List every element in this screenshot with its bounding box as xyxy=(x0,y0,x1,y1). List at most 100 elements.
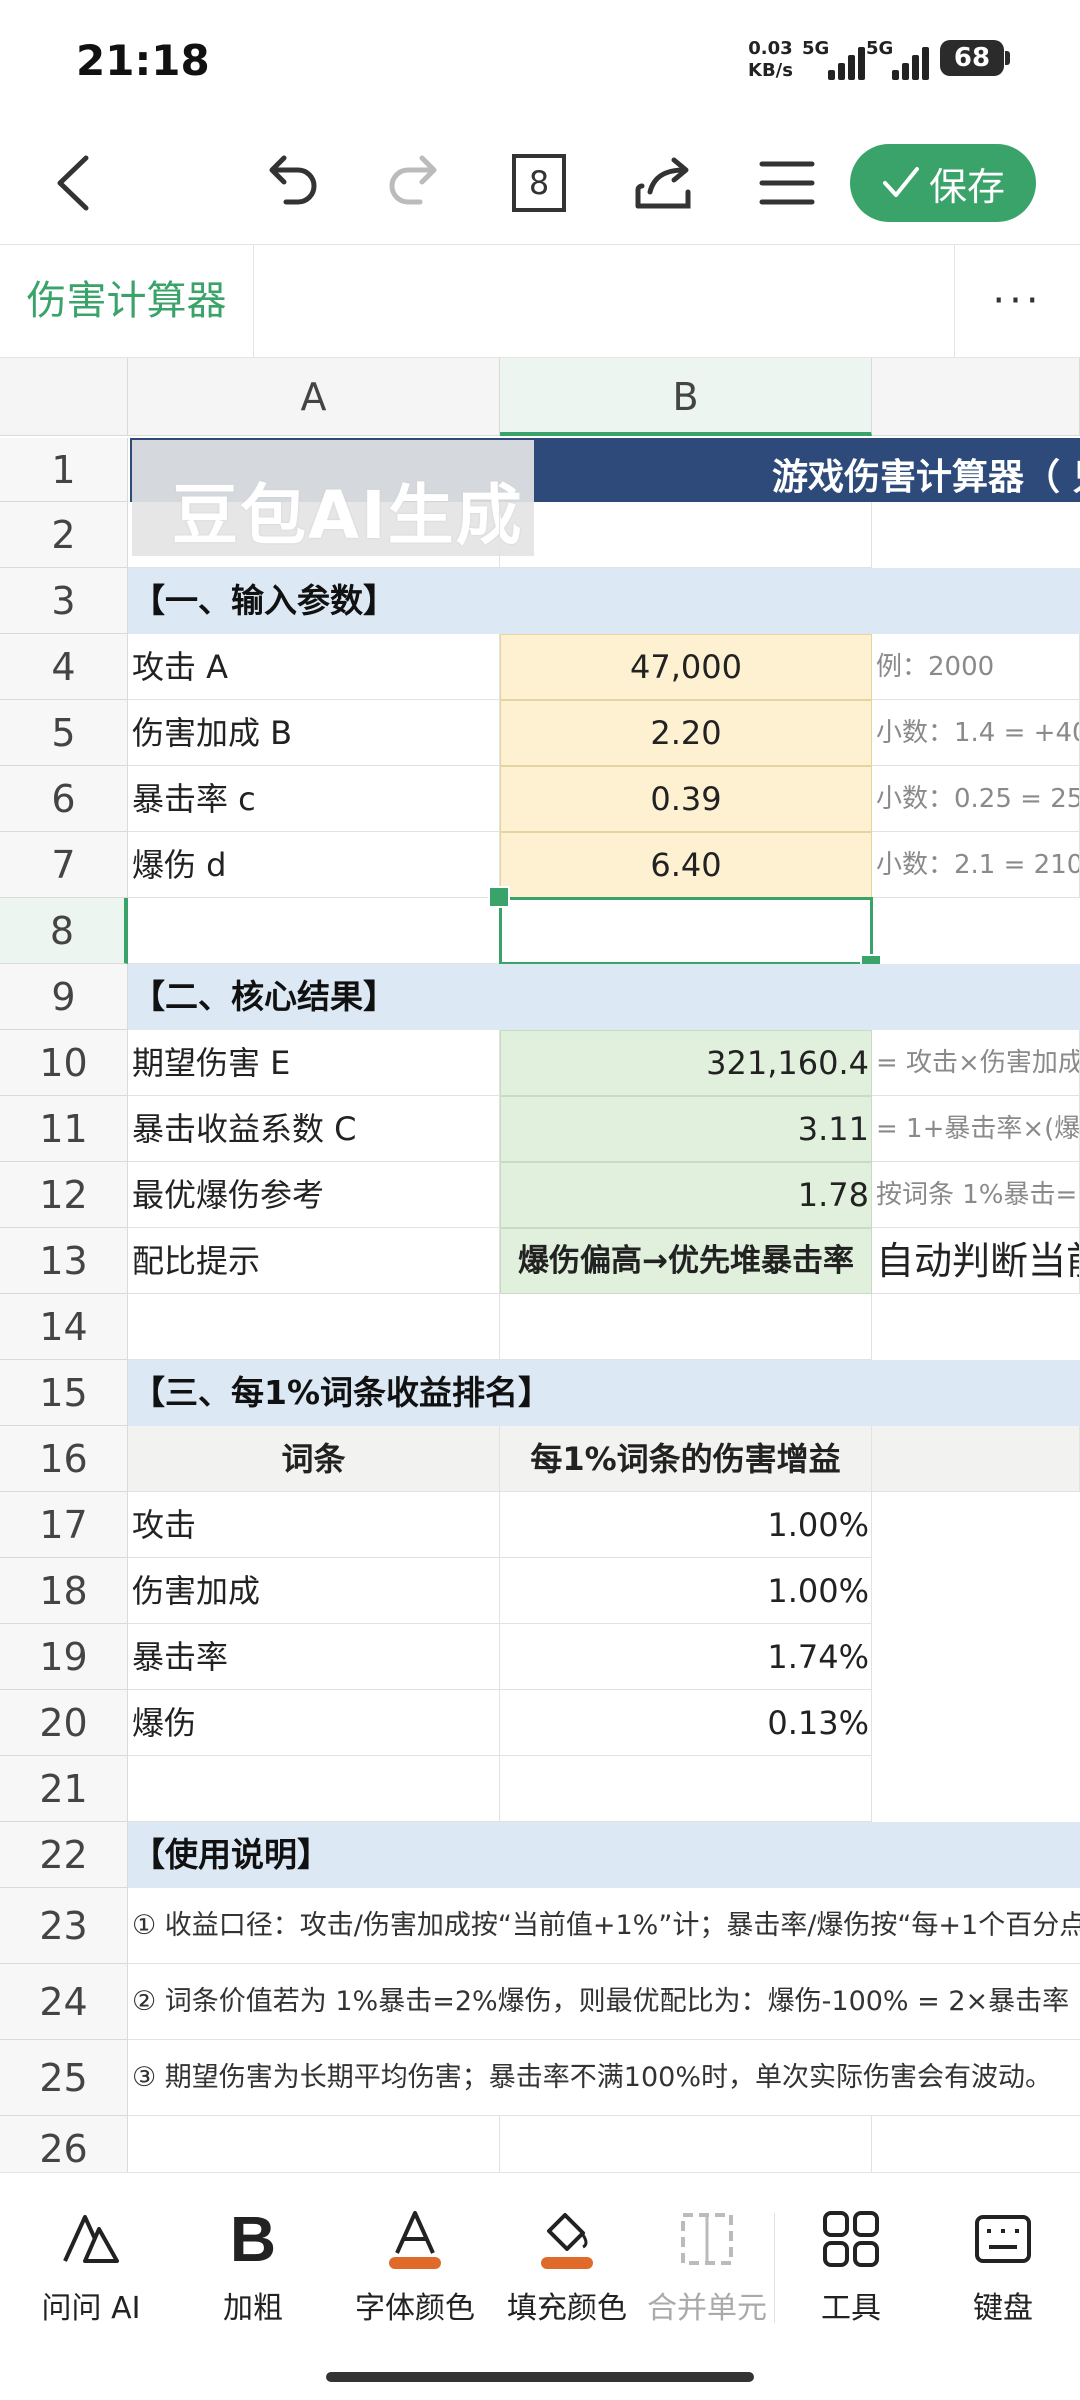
row-header-1[interactable]: 1 xyxy=(0,438,128,502)
sheet-tab-damage-calculator[interactable]: 伤害计算器 xyxy=(0,245,254,357)
note-optimal-crit-damage[interactable]: 按词条 1%暴击=2% xyxy=(872,1162,1080,1228)
result-ratio-hint[interactable]: 爆伤偏高→优先堆暴击率 xyxy=(500,1228,872,1294)
row-header-24[interactable]: 24 xyxy=(0,1964,128,2040)
label-crit-coefficient[interactable]: 暴击收益系数 C xyxy=(128,1096,500,1162)
row-header-10[interactable]: 10 xyxy=(0,1030,128,1096)
merge-cells-button[interactable]: 合并单元 xyxy=(640,2203,774,2327)
column-header-c[interactable] xyxy=(872,358,1080,436)
label-crit-rate[interactable]: 暴击率 c xyxy=(128,766,500,832)
more-options-icon[interactable]: ··· xyxy=(954,245,1080,357)
ranking-value-attack[interactable]: 1.00% xyxy=(500,1492,872,1558)
row-header-6[interactable]: 6 xyxy=(0,766,128,832)
cell-a14[interactable] xyxy=(128,1294,500,1360)
note-damage-bonus[interactable]: 小数：1.4 = +40% xyxy=(872,700,1080,766)
row-header-22[interactable]: 22 xyxy=(0,1822,128,1888)
label-damage-bonus[interactable]: 伤害加成 B xyxy=(128,700,500,766)
back-icon[interactable] xyxy=(40,148,110,218)
row-header-13[interactable]: 13 xyxy=(0,1228,128,1294)
ranking-value-crit-damage[interactable]: 0.13% xyxy=(500,1690,872,1756)
note-crit-coefficient[interactable]: = 1+暴击率×(爆伤- xyxy=(872,1096,1080,1162)
spreadsheet-grid[interactable]: A B 1 2 3 4 5 6 7 8 9 10 11 12 13 14 15 16 17 18 19 20 21 22 2… xyxy=(0,358,1080,2172)
row-header-26[interactable]: 26 xyxy=(0,2116,128,2172)
ranking-header-extra[interactable] xyxy=(872,1426,1080,1492)
column-header-a[interactable]: A xyxy=(128,358,500,436)
keyboard-button[interactable]: 键盘 xyxy=(928,2203,1078,2327)
note-attack[interactable]: 例：2000 xyxy=(872,634,1080,700)
label-crit-damage[interactable]: 爆伤 d xyxy=(128,832,500,898)
result-expected-damage[interactable]: 321,160.4 xyxy=(500,1030,872,1096)
column-header-b[interactable]: B xyxy=(500,358,872,436)
undo-icon[interactable] xyxy=(256,148,326,218)
row-header-8[interactable]: 8 xyxy=(0,898,128,964)
ranking-value-crit-rate[interactable]: 1.74% xyxy=(500,1624,872,1690)
input-attack[interactable]: 47,000 xyxy=(500,634,872,700)
font-color-button[interactable]: 字体颜色 xyxy=(340,2203,490,2327)
section-input-params[interactable]: 【一、输入参数】 xyxy=(128,568,1080,634)
ask-ai-button[interactable]: 问问 AI xyxy=(16,2203,166,2327)
ranking-header-stat[interactable]: 词条 xyxy=(128,1426,500,1492)
cell-b14[interactable] xyxy=(500,1294,872,1360)
ranking-name-crit-rate[interactable]: 暴击率 xyxy=(128,1624,500,1690)
bold-button[interactable]: B 加粗 xyxy=(178,2203,328,2327)
usage-note-3[interactable]: ③ 期望伤害为长期平均伤害；暴击率不满100%时，单次实际伤害会有波动。 xyxy=(128,2040,1080,2116)
row-header-3[interactable]: 3 xyxy=(0,568,128,634)
result-optimal-crit-damage[interactable]: 1.78 xyxy=(500,1162,872,1228)
page-count-icon[interactable]: 8 xyxy=(504,148,574,218)
cell-a26[interactable] xyxy=(128,2116,500,2172)
row-header-12[interactable]: 12 xyxy=(0,1162,128,1228)
tools-button[interactable]: 工具 xyxy=(776,2203,926,2327)
selection-handle-top-left[interactable] xyxy=(488,886,510,908)
ranking-value-damage-bonus[interactable]: 1.00% xyxy=(500,1558,872,1624)
label-attack[interactable]: 攻击 A xyxy=(128,634,500,700)
row-header-9[interactable]: 9 xyxy=(0,964,128,1030)
input-crit-damage[interactable]: 6.40 xyxy=(500,832,872,898)
cell-a21[interactable] xyxy=(128,1756,500,1822)
fill-color-button[interactable]: 填充颜色 xyxy=(492,2203,642,2327)
ranking-name-damage-bonus[interactable]: 伤害加成 xyxy=(128,1558,500,1624)
cell-a8[interactable] xyxy=(128,898,500,964)
input-damage-bonus[interactable]: 2.20 xyxy=(500,700,872,766)
section-core-results[interactable]: 【二、核心结果】 xyxy=(128,964,1080,1030)
label-optimal-crit-damage[interactable]: 最优爆伤参考 xyxy=(128,1162,500,1228)
row-header-16[interactable]: 16 xyxy=(0,1426,128,1492)
cell-a2[interactable] xyxy=(128,502,500,568)
row-header-14[interactable]: 14 xyxy=(0,1294,128,1360)
usage-note-1[interactable]: ① 收益口径：攻击/伤害加成按“当前值+1%”计；暴击率/爆伤按“每+1个百分点… xyxy=(128,1888,1080,1964)
row-header-18[interactable]: 18 xyxy=(0,1558,128,1624)
selected-cell-b8[interactable] xyxy=(499,897,873,965)
row-header-11[interactable]: 11 xyxy=(0,1096,128,1162)
select-all-corner[interactable] xyxy=(0,358,128,436)
row-header-25[interactable]: 25 xyxy=(0,2040,128,2116)
menu-icon[interactable] xyxy=(752,148,822,218)
ranking-name-crit-damage[interactable]: 爆伤 xyxy=(128,1690,500,1756)
row-header-20[interactable]: 20 xyxy=(0,1690,128,1756)
note-crit-damage[interactable]: 小数：2.1 = 210% xyxy=(872,832,1080,898)
label-expected-damage[interactable]: 期望伤害 E xyxy=(128,1030,500,1096)
row-header-2[interactable]: 2 xyxy=(0,502,128,568)
cell-b21[interactable] xyxy=(500,1756,872,1822)
label-ratio-hint[interactable]: 配比提示 xyxy=(128,1228,500,1294)
input-crit-rate[interactable]: 0.39 xyxy=(500,766,872,832)
result-crit-coefficient[interactable]: 3.11 xyxy=(500,1096,872,1162)
note-ratio-hint[interactable]: 自动判断当前 xyxy=(872,1228,1080,1294)
section-usage-notes[interactable]: 【使用说明】 xyxy=(128,1822,1080,1888)
note-expected-damage[interactable]: = 攻击×伤害加成× xyxy=(872,1030,1080,1096)
row-header-19[interactable]: 19 xyxy=(0,1624,128,1690)
row-header-23[interactable]: 23 xyxy=(0,1888,128,1964)
ranking-name-attack[interactable]: 攻击 xyxy=(128,1492,500,1558)
share-icon[interactable] xyxy=(628,148,698,218)
save-button[interactable]: 保存 xyxy=(850,144,1036,222)
usage-note-2[interactable]: ② 词条价值若为 1%暴击=2%爆伤，则最优配比为：爆伤-100% = 2×暴击… xyxy=(128,1964,1080,2040)
row-header-5[interactable]: 5 xyxy=(0,700,128,766)
row-header-17[interactable]: 17 xyxy=(0,1492,128,1558)
section-stat-ranking[interactable]: 【三、每1%词条收益排名】 xyxy=(128,1360,1080,1426)
cell-b26[interactable] xyxy=(500,2116,872,2172)
row-header-7[interactable]: 7 xyxy=(0,832,128,898)
cell-b2[interactable] xyxy=(500,502,872,568)
row-header-15[interactable]: 15 xyxy=(0,1360,128,1426)
ranking-header-gain[interactable]: 每1%词条的伤害增益 xyxy=(500,1426,872,1492)
note-crit-rate[interactable]: 小数：0.25 = 25% xyxy=(872,766,1080,832)
row-header-21[interactable]: 21 xyxy=(0,1756,128,1822)
row-header-4[interactable]: 4 xyxy=(0,634,128,700)
home-indicator[interactable] xyxy=(326,2372,754,2382)
